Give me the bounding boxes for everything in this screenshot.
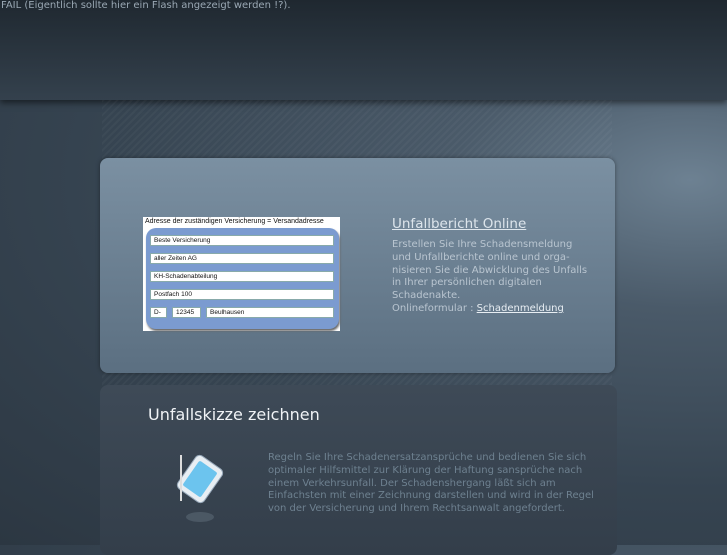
address-form-preview-image[interactable]: Adresse der zuständigen Versicherung = V… (143, 217, 340, 331)
unfallskizze-description: Regeln Sie Ihre Schadenersatzansprüche u… (268, 452, 594, 515)
form-box: Beste Versicherung aller Zeiten AG KH-Sc… (146, 228, 339, 329)
unfallbericht-panel: Adresse der zuständigen Versicherung = V… (100, 158, 615, 373)
form-country: D- (150, 307, 167, 318)
form-caption: Adresse der zuständigen Versicherung = V… (145, 218, 324, 225)
form-line: Beste Versicherung (150, 235, 334, 246)
form-line: aller Zeiten AG (150, 253, 334, 264)
unfallskizze-panel: Unfallskizze zeichnen Regeln Sie Ihre Sc… (100, 385, 617, 555)
form-label: Onlineformular : (392, 302, 474, 314)
unfallbericht-online-link[interactable]: Unfallbericht Online (392, 216, 526, 232)
form-line: KH-Schadenabteilung (150, 271, 334, 282)
header-banner (0, 0, 727, 100)
form-zip: 12345 (172, 307, 201, 318)
form-line: Postfach 100 (150, 289, 334, 300)
unfallskizze-title: Unfallskizze zeichnen (148, 405, 320, 424)
unfallbericht-description: Erstellen Sie Ihre Schadensmeldung und U… (392, 239, 592, 316)
form-city: Beulhausen (206, 307, 334, 318)
schadenmeldung-link[interactable]: Schadenmeldung (477, 303, 564, 314)
description-text: Erstellen Sie Ihre Schadensmeldung und U… (392, 239, 588, 302)
flash-fallback-message: FAIL (Eigentlich sollte hier ein Flash a… (1, 0, 291, 11)
sketch-tablet-icon[interactable] (170, 451, 230, 531)
